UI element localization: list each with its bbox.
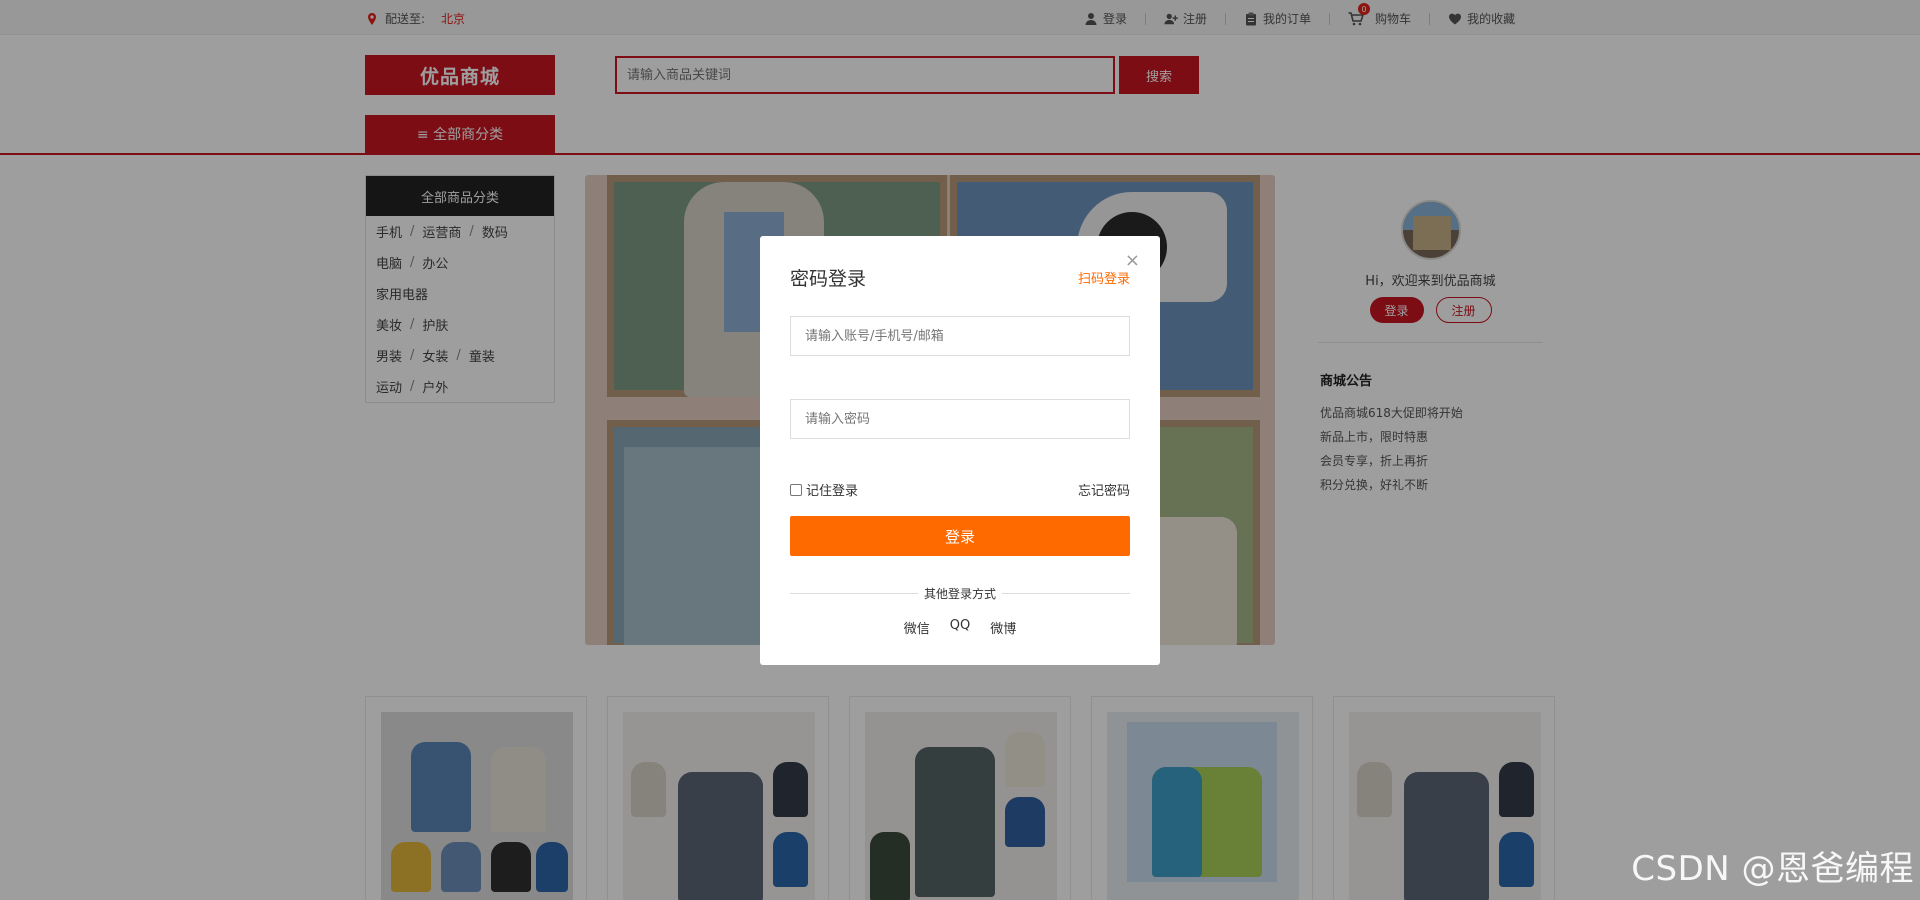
forgot-password-link[interactable]: 忘记密码	[1078, 480, 1130, 499]
wechat-login-link[interactable]: 微信	[904, 618, 930, 637]
qq-login-link[interactable]: QQ	[950, 618, 970, 637]
account-input[interactable]	[791, 317, 1129, 355]
watermark: CSDN @恩爸编程	[1631, 849, 1914, 889]
weibo-login-link[interactable]: 微博	[990, 618, 1016, 637]
login-button[interactable]: 登录	[790, 516, 1130, 556]
modal-title: 密码登录	[790, 268, 867, 290]
remember-label: 记住登录	[806, 484, 859, 499]
other-login-methods: 微信 QQ 微博	[760, 618, 1160, 637]
account-field	[790, 316, 1130, 356]
other-login-methods-label: 其他登录方式	[917, 585, 1003, 602]
remember-login[interactable]: 记住登录	[790, 480, 858, 499]
remember-checkbox[interactable]	[790, 483, 802, 496]
login-modal: 密码登录 × 扫码登录 记住登录 忘记密码 登录 其他登录方式 微信 QQ 微博	[760, 236, 1160, 665]
qr-login-link[interactable]: 扫码登录	[1078, 268, 1130, 287]
password-field	[790, 399, 1130, 439]
password-input[interactable]	[791, 400, 1129, 438]
